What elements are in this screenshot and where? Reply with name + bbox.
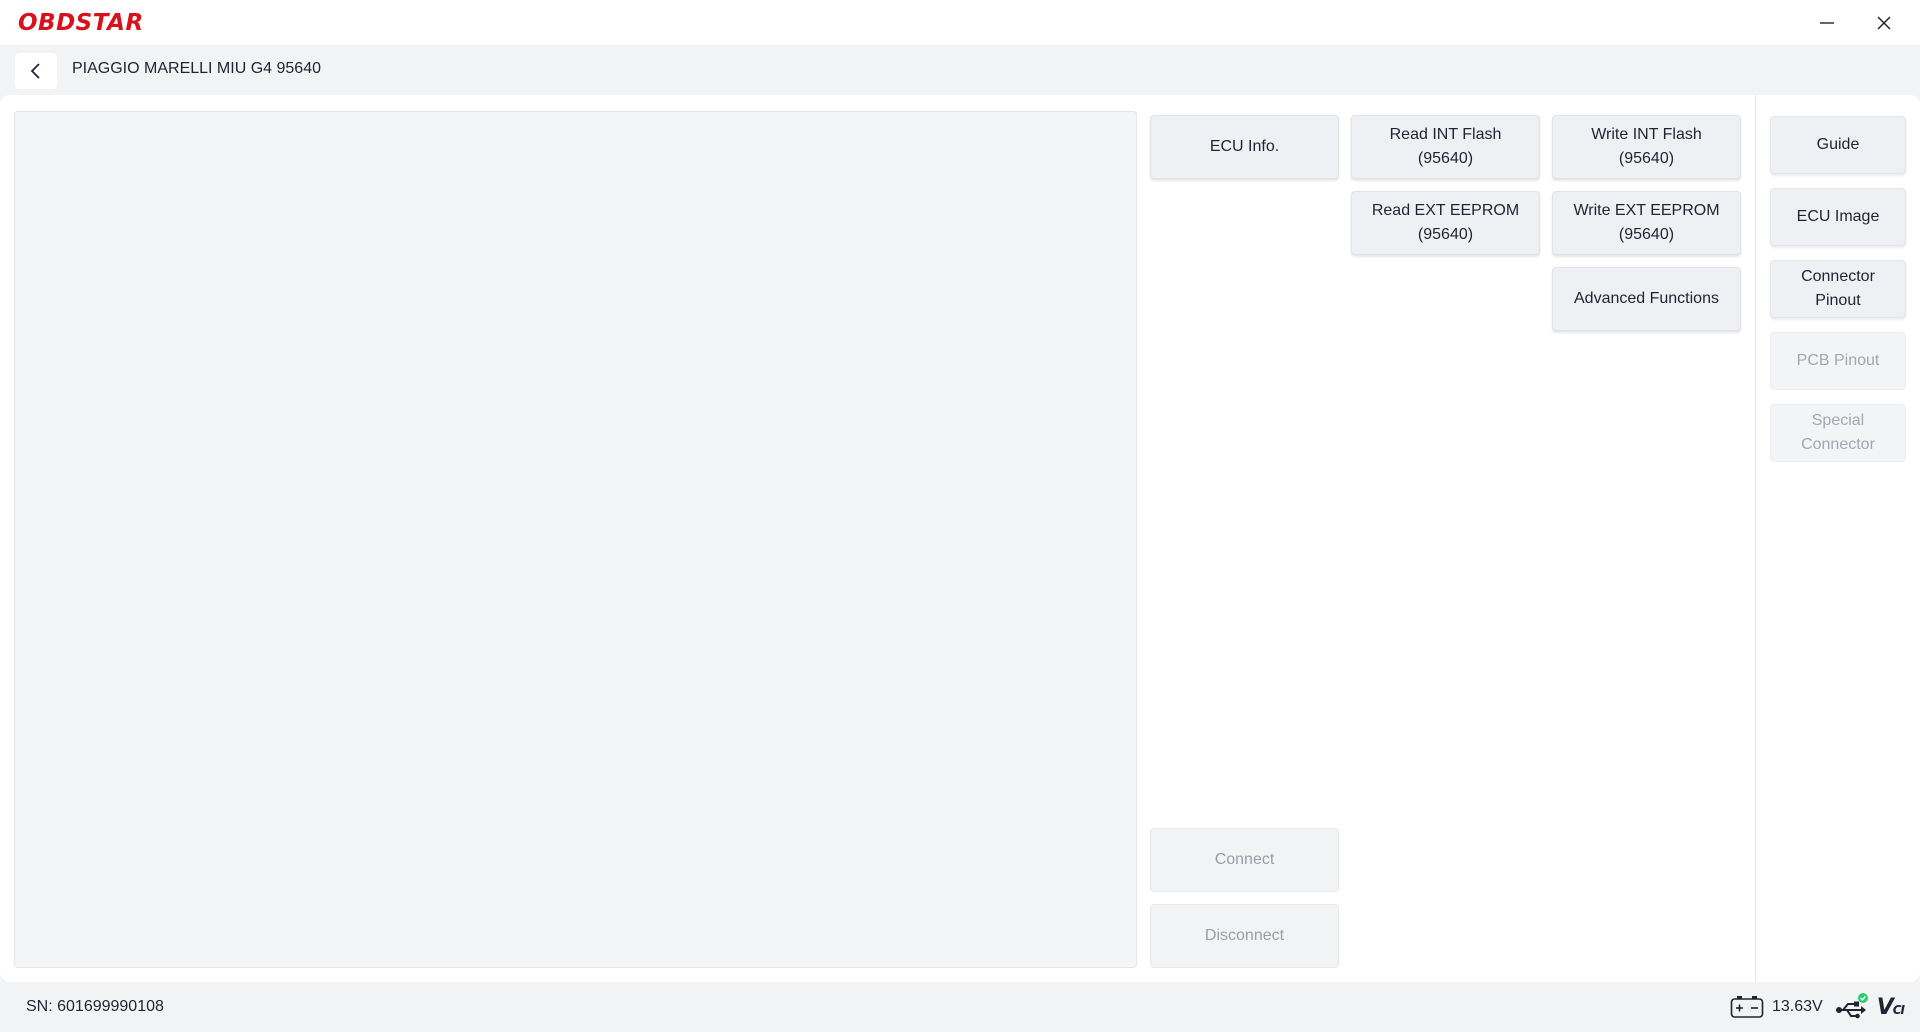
battery-icon bbox=[1730, 995, 1764, 1019]
title-bar: OBDSTAR bbox=[0, 0, 1920, 45]
close-button[interactable] bbox=[1869, 8, 1899, 38]
ecu-image-button[interactable]: ECU Image bbox=[1770, 188, 1906, 246]
vci-suffix: CI bbox=[1892, 1002, 1905, 1017]
vci-label: V bbox=[1876, 994, 1894, 1020]
read-int-flash-button[interactable]: Read INT Flash (95640) bbox=[1351, 115, 1540, 179]
vci-indicator: VCI bbox=[1876, 994, 1905, 1020]
main-content: ECU Info. Read INT Flash (95640) Write I… bbox=[0, 95, 1920, 982]
minimize-icon bbox=[1820, 22, 1834, 24]
write-int-flash-button[interactable]: Write INT Flash (95640) bbox=[1552, 115, 1741, 179]
status-bar: SN: 601699990108 13.63V VCI bbox=[0, 982, 1920, 1032]
minimize-button[interactable] bbox=[1812, 8, 1842, 38]
close-icon bbox=[1877, 16, 1891, 30]
chevron-left-icon bbox=[30, 63, 40, 79]
guide-button[interactable]: Guide bbox=[1770, 116, 1906, 174]
sidebar-divider bbox=[1755, 95, 1756, 982]
nav-bar: PIAGGIO MARELLI MIU G4 95640 bbox=[0, 45, 1920, 95]
special-connector-button[interactable]: Special Connector bbox=[1770, 404, 1906, 462]
write-ext-eeprom-button[interactable]: Write EXT EEPROM (95640) bbox=[1552, 191, 1741, 255]
connect-button[interactable]: Connect bbox=[1150, 828, 1339, 892]
obdstar-logo: OBDSTAR bbox=[18, 10, 144, 36]
usb-connected-icon bbox=[1835, 992, 1869, 1022]
output-log-panel[interactable] bbox=[14, 111, 1137, 968]
serial-number: SN: 601699990108 bbox=[26, 998, 164, 1015]
status-indicators: 13.63V VCI bbox=[1730, 990, 1905, 1024]
connector-pinout-button[interactable]: Connector Pinout bbox=[1770, 260, 1906, 318]
voltage-readout: 13.63V bbox=[1771, 998, 1823, 1015]
advanced-functions-button[interactable]: Advanced Functions bbox=[1552, 267, 1741, 331]
back-button[interactable] bbox=[15, 53, 57, 89]
page-title: PIAGGIO MARELLI MIU G4 95640 bbox=[72, 60, 321, 77]
read-ext-eeprom-button[interactable]: Read EXT EEPROM (95640) bbox=[1351, 191, 1540, 255]
disconnect-button[interactable]: Disconnect bbox=[1150, 904, 1339, 968]
pcb-pinout-button[interactable]: PCB Pinout bbox=[1770, 332, 1906, 390]
ecu-info-button[interactable]: ECU Info. bbox=[1150, 115, 1339, 179]
